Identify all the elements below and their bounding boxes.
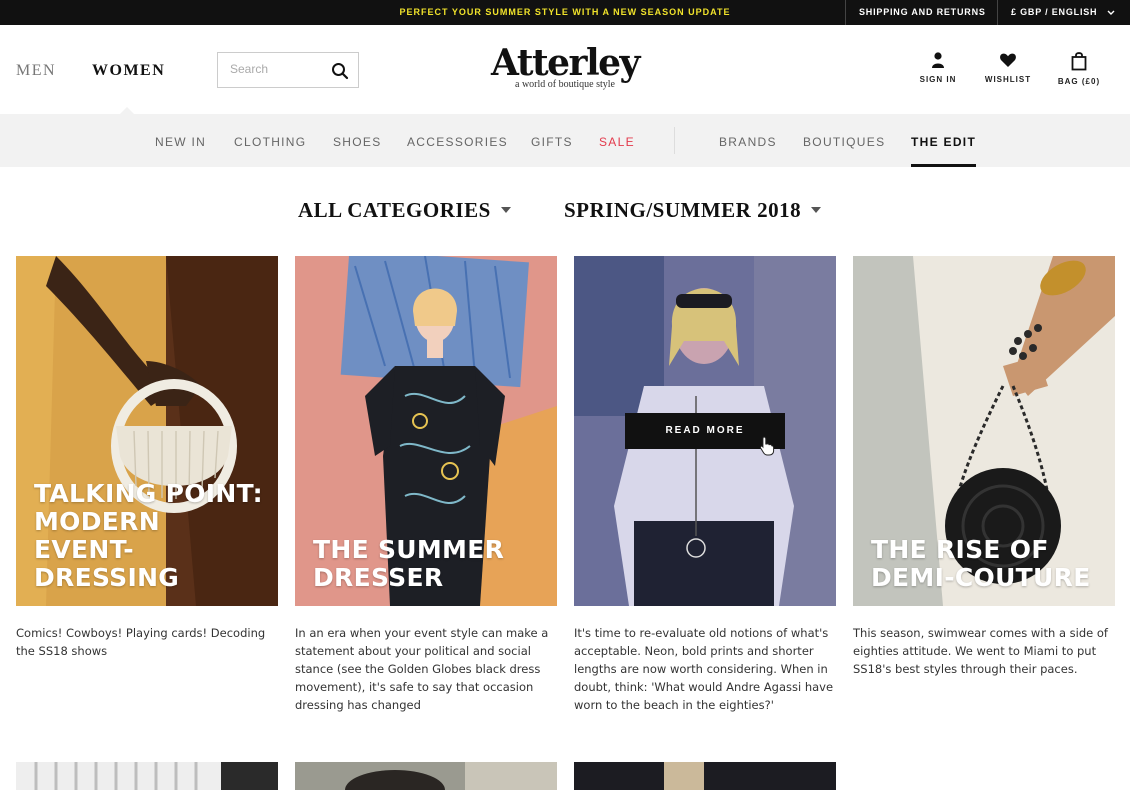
active-nav-underline [911,164,976,167]
search-box[interactable] [217,52,359,88]
women-tab[interactable]: WOMEN [92,62,165,80]
heart-icon [1000,53,1016,67]
nav-item-clothing[interactable]: CLOTHING [234,135,306,149]
article-card[interactable]: READ MORE It's time to re-evaluate old n… [574,256,836,715]
nav-divider [674,127,675,154]
nav-item-brands[interactable]: BRANDS [719,135,777,149]
chevron-down-icon [1107,10,1115,15]
article-title: THE SUMMER DRESSER [313,535,505,592]
article-image[interactable] [16,762,278,790]
wishlist-label: WISHLIST [984,75,1032,84]
bag-button[interactable]: BAG (£0) [1052,51,1106,86]
article-description: Comics! Cowboys! Playing cards! Decoding… [16,626,266,658]
article-image[interactable] [574,762,836,790]
divider [997,0,998,25]
main-nav: NEW IN CLOTHING SHOES ACCESSORIES GIFTS … [0,114,1130,167]
nav-item-shoes[interactable]: SHOES [333,135,382,149]
article-card[interactable]: THE SUMMER DRESSER In an era when your e… [295,256,557,715]
nav-item-the-edit[interactable]: THE EDIT [911,135,976,149]
shipping-returns-link[interactable]: SHIPPING AND RETURNS [859,7,986,17]
article-card[interactable]: THE RISE OF DEMI-COUTURE This season, sw… [853,256,1115,679]
nav-item-gifts[interactable]: GIFTS [531,135,573,149]
chevron-down-icon [811,207,822,214]
article-description: In an era when your event style can make… [295,626,549,712]
article-card[interactable]: TALKING POINT: MODERN EVENT-DRESSING Com… [16,256,278,661]
article-card-partial[interactable] [574,762,836,790]
nav-item-new-in[interactable]: NEW IN [155,135,206,149]
season-filter[interactable]: SPRING/SUMMER 2018 [564,198,822,223]
article-description: This season, swimwear comes with a side … [853,626,1108,676]
article-image[interactable]: THE RISE OF DEMI-COUTURE [853,256,1115,606]
sign-in-button[interactable]: SIGN IN [914,51,962,84]
article-image[interactable] [295,762,557,790]
bag-icon [1071,52,1087,71]
sign-in-label: SIGN IN [919,75,957,84]
locale-selector[interactable]: £ GBP / ENGLISH [1011,7,1115,17]
category-filter[interactable]: ALL CATEGORIES [298,198,511,223]
article-card-partial[interactable] [16,762,278,790]
site-header: MEN WOMEN Atterley a world of boutique s… [0,25,1130,115]
article-description: It's time to re-evaluate old notions of … [574,626,834,712]
nav-item-boutiques[interactable]: BOUTIQUES [803,135,885,149]
category-filter-label: ALL CATEGORIES [298,198,491,222]
search-icon[interactable] [331,62,349,80]
user-icon [932,52,944,68]
divider [845,0,846,25]
pointer-cursor-icon [759,436,775,456]
site-logo[interactable]: Atterley a world of boutique style [480,43,650,90]
chevron-down-icon [500,207,511,214]
nav-item-accessories[interactable]: ACCESSORIES [407,135,508,149]
season-filter-label: SPRING/SUMMER 2018 [564,198,802,222]
wishlist-button[interactable]: WISHLIST [980,51,1036,84]
article-card-partial[interactable] [295,762,557,790]
article-title: TALKING POINT: MODERN EVENT-DRESSING [34,479,263,592]
article-image[interactable]: READ MORE [574,256,836,606]
logo-wordmark: Atterley [491,42,640,84]
search-input[interactable] [230,62,330,76]
article-image[interactable]: THE SUMMER DRESSER [295,256,557,606]
bag-label: BAG (£0) [1057,77,1101,86]
promo-bar: PERFECT YOUR SUMMER STYLE WITH A NEW SEA… [0,0,1130,25]
article-image[interactable]: TALKING POINT: MODERN EVENT-DRESSING [16,256,278,606]
nav-item-sale[interactable]: SALE [599,135,635,149]
men-tab[interactable]: MEN [16,62,56,80]
article-title: THE RISE OF DEMI-COUTURE [871,535,1091,592]
locale-label: £ GBP / ENGLISH [1011,7,1098,17]
